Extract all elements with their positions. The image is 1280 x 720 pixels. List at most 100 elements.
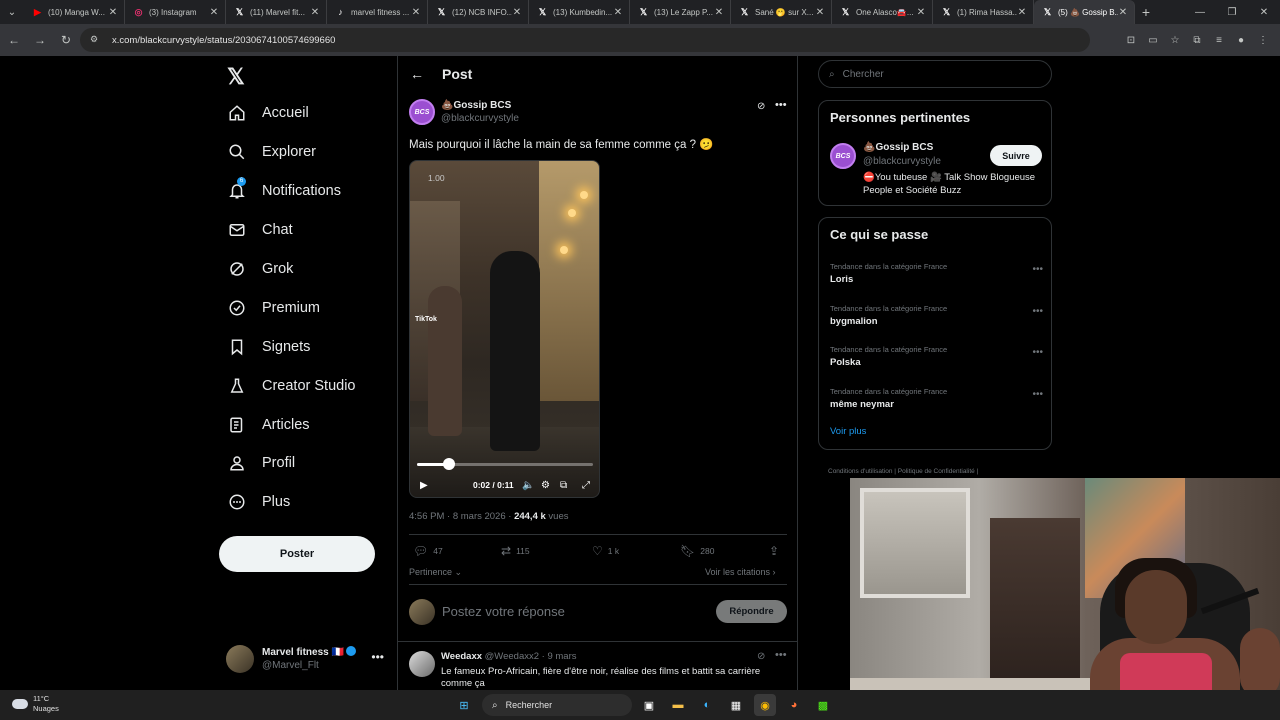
more-icon[interactable]: ••• <box>1032 389 1043 400</box>
dock-icon[interactable]: ⧉ <box>560 480 567 491</box>
file-explorer-icon[interactable]: ▬ <box>667 694 689 716</box>
more-icon[interactable]: ••• <box>775 99 787 111</box>
extensions-icon[interactable]: ⧉ <box>1186 28 1208 52</box>
share-button[interactable]: ⇪ <box>769 544 784 558</box>
tab-close-icon[interactable]: ✕ <box>815 7 825 18</box>
account-switcher[interactable]: Marvel fitness 🇫🇷 @Marvel_Flt ••• <box>226 642 386 676</box>
star-icon[interactable]: ☆ <box>1164 28 1186 52</box>
avatar[interactable] <box>409 651 435 677</box>
store-icon[interactable]: ▦ <box>725 694 747 716</box>
profile-icon[interactable]: ● <box>1230 28 1252 52</box>
quotes-link[interactable]: Voir les citations › <box>705 567 776 577</box>
firefox-icon[interactable]: ◕ <box>783 694 805 716</box>
like-button[interactable]: ♡ 1 k <box>592 544 619 558</box>
sort-dropdown[interactable]: Pertinence ⌄ <box>409 567 462 578</box>
grok-icon[interactable]: ⊘ <box>757 101 765 112</box>
edge-icon[interactable]: ◐ <box>696 694 718 716</box>
taskbar-search[interactable]: ⌕ Rechercher <box>482 694 632 716</box>
progress-handle[interactable] <box>442 458 455 470</box>
browser-tab[interactable]: ▶ (10) Manga W... ✕ <box>24 0 125 24</box>
tab-close-icon[interactable]: ✕ <box>1118 7 1128 18</box>
browser-tab[interactable]: 𝕏 (11) Marvel fit... ✕ <box>226 0 327 24</box>
close-window-button[interactable]: ✕ <box>1248 0 1280 24</box>
tab-close-icon[interactable]: ✕ <box>714 7 724 18</box>
sidebar-icon[interactable]: ≡ <box>1208 28 1230 52</box>
tab-close-icon[interactable]: ✕ <box>1017 7 1027 18</box>
forward-button[interactable]: → <box>28 28 52 52</box>
more-icon[interactable]: ••• <box>1032 264 1043 275</box>
reply-item[interactable]: Weedaxx @Weedaxx2 · 9 mars ⊘ ••• Le fame… <box>409 649 789 689</box>
relevant-name[interactable]: 💩Gossip BCS <box>863 142 933 153</box>
grok-icon[interactable]: ⊘ <box>757 651 765 662</box>
browser-tab[interactable]: 𝕏 (12) NCB INFO... ✕ <box>428 0 529 24</box>
sidebar-item-chat[interactable]: Chat <box>219 211 389 250</box>
tab-close-icon[interactable]: ✕ <box>411 7 421 18</box>
repost-button[interactable]: ⇄ 115 <box>501 544 530 558</box>
more-icon[interactable]: ••• <box>371 650 384 664</box>
task-view-icon[interactable]: ▣ <box>638 694 660 716</box>
maximize-button[interactable]: ❐ <box>1216 0 1248 24</box>
play-icon[interactable]: ▶ <box>420 480 428 491</box>
search-input[interactable]: ⌕ Chercher <box>818 60 1052 88</box>
back-button[interactable]: ← <box>2 28 26 52</box>
browser-tab[interactable]: 𝕏 (1) Rima Hassa... ✕ <box>933 0 1034 24</box>
more-icon[interactable]: ••• <box>1032 347 1043 358</box>
browser-tab[interactable]: 𝕏 Sané 🫢 sur X... ✕ <box>731 0 832 24</box>
more-icon[interactable]: ••• <box>775 649 787 661</box>
browser-menu-icon[interactable]: ⋮ <box>1252 28 1274 52</box>
site-info-icon[interactable]: ⚙ <box>90 34 102 46</box>
trend-item[interactable]: Tendance dans la catégorie France Polska •… <box>830 345 1045 377</box>
streaming-app-icon[interactable]: ▩ <box>812 694 834 716</box>
comment-author[interactable]: Weedaxx <box>441 651 482 662</box>
author-avatar[interactable]: BCS <box>409 99 435 125</box>
see-more-link[interactable]: Voir plus <box>830 426 866 437</box>
reply-button[interactable]: 💬︎ 47 <box>413 544 443 558</box>
new-tab-button[interactable]: + <box>1135 4 1157 20</box>
weather-widget[interactable]: 11°C Nuages <box>12 694 59 714</box>
browser-tab[interactable]: 𝕏 (5) 💩 Gossip B... ✕ <box>1034 0 1135 24</box>
sidebar-item-notifications[interactable]: 6 Notifications <box>219 172 389 211</box>
video-progress-bar[interactable] <box>417 458 593 470</box>
tab-close-icon[interactable]: ✕ <box>916 7 926 18</box>
sidebar-item-grok[interactable]: Grok <box>219 250 389 289</box>
volume-icon[interactable]: 🔈 <box>522 480 534 491</box>
tab-search-menu[interactable]: ⌄ <box>0 0 24 24</box>
author-avatar[interactable]: BCS <box>830 143 856 169</box>
trend-item[interactable]: Tendance dans la catégorie France même ne… <box>830 387 1045 419</box>
windows-start-icon[interactable]: ⊞ <box>453 694 475 716</box>
video-player[interactable]: 1.00 TikTok ▶ 0:02 / 0:11 🔈 ⚙ ⧉ ⤢ <box>409 160 600 498</box>
trend-item[interactable]: Tendance dans la catégorie France Loris ••… <box>830 262 1045 294</box>
author-handle[interactable]: @blackcurvystyle <box>441 113 519 124</box>
sidebar-item-explorer[interactable]: Explorer <box>219 133 389 172</box>
sidebar-item-premium[interactable]: Premium <box>219 288 389 327</box>
bookmark-button[interactable]: 🔖︎ 280 <box>680 544 714 558</box>
install-app-icon[interactable]: ⊡ <box>1120 28 1142 52</box>
url-bar[interactable]: ⚙ x.com/blackcurvystyle/status/203067410… <box>80 28 1090 52</box>
browser-tab[interactable]: ♪ marvel fitness ... ✕ <box>327 0 428 24</box>
relevant-handle[interactable]: @blackcurvystyle <box>863 156 941 167</box>
tab-close-icon[interactable]: ✕ <box>613 7 623 18</box>
cast-icon[interactable]: ▭ <box>1142 28 1164 52</box>
settings-icon[interactable]: ⚙ <box>541 480 550 491</box>
browser-tab[interactable]: ◎ (3) Instagram ✕ <box>125 0 226 24</box>
tab-close-icon[interactable]: ✕ <box>209 7 219 18</box>
tab-close-icon[interactable]: ✕ <box>310 7 320 18</box>
minimize-button[interactable]: — <box>1184 0 1216 24</box>
post-timestamp[interactable]: 4:56 PM · 8 mars 2026 · <box>409 511 514 522</box>
tab-close-icon[interactable]: ✕ <box>108 7 118 18</box>
sidebar-item-plus[interactable]: Plus <box>219 483 389 522</box>
sidebar-item-articles[interactable]: Articles <box>219 405 389 444</box>
post-button[interactable]: Poster <box>219 536 375 572</box>
author-name[interactable]: 💩Gossip BCS <box>441 100 511 111</box>
reply-input[interactable]: Postez votre réponse <box>442 604 565 619</box>
follow-button[interactable]: Suivre <box>990 145 1042 166</box>
x-logo-icon[interactable]: 𝕏 <box>227 64 245 90</box>
trend-item[interactable]: Tendance dans la catégorie France bygmali… <box>830 304 1045 336</box>
sidebar-item-accueil[interactable]: Accueil <box>219 94 389 133</box>
fullscreen-icon[interactable]: ⤢ <box>582 480 590 491</box>
chrome-icon[interactable]: ◉ <box>754 694 776 716</box>
sidebar-item-signets[interactable]: Signets <box>219 327 389 366</box>
more-icon[interactable]: ••• <box>1032 306 1043 317</box>
browser-tab[interactable]: 𝕏 (13) Le Zapp P... ✕ <box>630 0 731 24</box>
reload-button[interactable]: ↻ <box>54 28 78 52</box>
